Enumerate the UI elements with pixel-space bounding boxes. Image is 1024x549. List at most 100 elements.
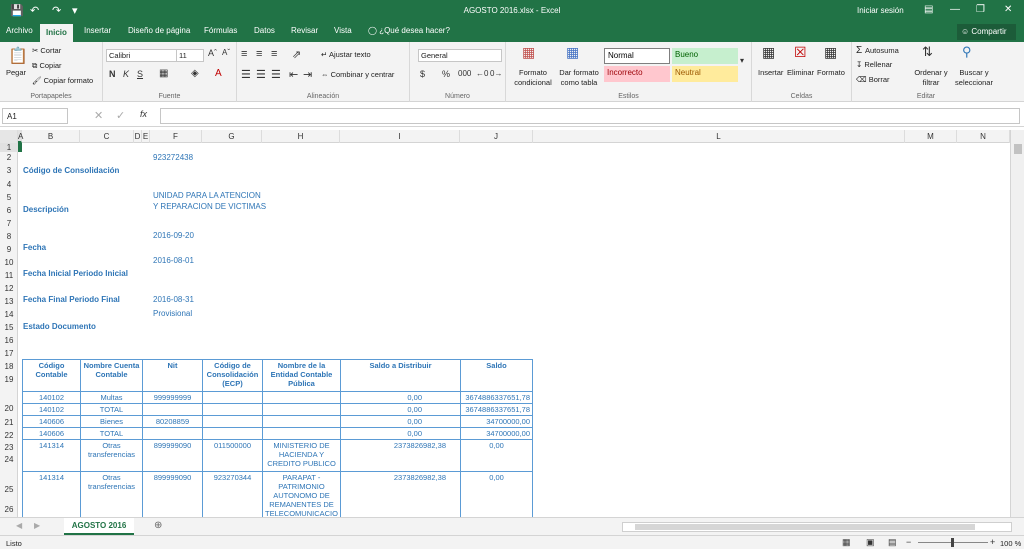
sheet-tab-agosto[interactable]: AGOSTO 2016 — [64, 518, 134, 535]
table-cell[interactable]: 899999090 — [142, 471, 203, 517]
cell-b15[interactable]: Fecha Final Periodo Final — [23, 295, 120, 304]
row-header[interactable]: 14 — [0, 310, 18, 319]
select-all-corner[interactable] — [0, 130, 18, 143]
row-header[interactable]: 15 — [0, 323, 18, 332]
enter-icon[interactable]: ✓ — [116, 109, 125, 122]
row-header[interactable]: 24 — [0, 455, 18, 464]
column-header[interactable]: D — [134, 130, 142, 143]
number-format-select[interactable]: General — [418, 49, 502, 62]
borders-icon[interactable]: ▦ — [159, 68, 168, 79]
cell-b3[interactable]: Código de Consolidación — [23, 166, 119, 175]
align-left-icon[interactable]: ☰ — [241, 68, 251, 81]
table-header[interactable]: Saldo a Distribuir — [340, 359, 461, 392]
table-cell[interactable]: 0,00 — [460, 471, 533, 517]
format-painter-button[interactable]: 🖌 Copiar formato — [32, 76, 93, 85]
column-header[interactable]: G — [202, 130, 262, 143]
zoom-in-icon[interactable]: + — [990, 537, 995, 547]
table-header[interactable]: Código Contable — [22, 359, 81, 392]
fill-button[interactable]: ↧ Rellenar — [856, 60, 892, 69]
cell-f6-line1[interactable]: UNIDAD PARA LA ATENCION — [153, 191, 261, 200]
font-name-select[interactable]: Calibri — [106, 49, 178, 62]
name-box[interactable]: A1 — [2, 108, 68, 124]
table-cell[interactable]: 2373826982,38 — [340, 471, 461, 517]
font-color-icon[interactable]: A — [215, 68, 222, 79]
row-header[interactable]: 8 — [0, 232, 18, 241]
wrap-text-button[interactable]: ↵ Ajustar texto — [321, 50, 371, 59]
row-header[interactable]: 6 — [0, 206, 18, 215]
underline-button[interactable]: S — [137, 69, 143, 79]
insert-function-icon[interactable]: fx — [140, 109, 147, 119]
row-header[interactable]: 19 — [0, 375, 18, 384]
row-header[interactable]: 23 — [0, 443, 18, 452]
decrease-indent-icon[interactable]: ⇤ — [289, 68, 298, 81]
conditional-format-button[interactable]: Formato condicional — [512, 68, 554, 88]
row-header[interactable]: 3 — [0, 166, 18, 175]
column-header[interactable]: N — [957, 130, 1010, 143]
row-header[interactable]: 12 — [0, 284, 18, 293]
tab-insertar[interactable]: Insertar — [84, 26, 111, 35]
zoom-slider-thumb[interactable] — [951, 538, 954, 547]
column-header[interactable]: L — [533, 130, 905, 143]
next-sheet-icon[interactable]: ▶ — [34, 521, 40, 530]
table-cell[interactable]: 0,00 — [460, 439, 533, 472]
copy-button[interactable]: ⧉ Copiar — [32, 61, 62, 71]
table-header[interactable]: Nit — [142, 359, 203, 392]
align-top-icon[interactable]: ≡ — [241, 48, 247, 60]
cancel-icon[interactable]: ✕ — [94, 109, 103, 122]
cell-f16[interactable]: Provisional — [153, 309, 192, 318]
shrink-font-icon[interactable]: Aˇ — [222, 48, 230, 57]
horizontal-scrollbar[interactable] — [622, 522, 1012, 532]
cell-b17[interactable]: Estado Documento — [23, 322, 96, 331]
tab-inicio[interactable]: Inicio — [40, 24, 73, 42]
row-header[interactable]: 20 — [0, 404, 18, 413]
column-header[interactable]: E — [142, 130, 150, 143]
table-header[interactable]: Saldo — [460, 359, 533, 392]
table-cell[interactable]: MINISTERIO DE HACIENDA Y CREDITO PUBLICO — [262, 439, 341, 472]
row-header[interactable]: 25 — [0, 485, 18, 494]
percent-icon[interactable]: % — [442, 69, 450, 79]
styles-more-icon[interactable]: ▾ — [740, 56, 744, 65]
row-header[interactable]: 16 — [0, 336, 18, 345]
zoom-out-icon[interactable]: − — [906, 537, 911, 547]
row-header[interactable]: 4 — [0, 180, 18, 189]
format-cells-button[interactable]: Formato — [817, 68, 845, 77]
row-header[interactable]: 10 — [0, 258, 18, 267]
minimize-icon[interactable]: — — [950, 4, 960, 15]
sign-in-link[interactable]: Iniciar sesión — [857, 6, 904, 15]
row-header[interactable]: 26 — [0, 505, 18, 514]
fill-color-icon[interactable]: ◈ — [191, 68, 199, 79]
cell-b7[interactable]: Descripción — [23, 205, 69, 214]
worksheet-grid[interactable]: 923272438 Código de Consolidación UNIDAD… — [18, 143, 1010, 517]
italic-button[interactable]: K — [123, 69, 129, 79]
style-bad[interactable]: Incorrecto — [604, 66, 670, 82]
table-header[interactable]: Código de Consolidación (ECP) — [202, 359, 263, 392]
delete-cells-button[interactable]: Eliminar — [787, 68, 814, 77]
currency-icon[interactable]: $ — [420, 69, 425, 79]
page-layout-icon[interactable]: ▣ — [866, 537, 875, 548]
active-cell-a1[interactable] — [18, 143, 22, 152]
scroll-thumb[interactable] — [1014, 144, 1022, 154]
tab-datos[interactable]: Datos — [254, 26, 275, 35]
tell-me-search[interactable]: ◯ ¿Qué desea hacer? — [368, 26, 450, 35]
table-cell[interactable]: 141314 — [22, 471, 81, 517]
cell-f15[interactable]: 2016-08-31 — [153, 295, 194, 304]
close-icon[interactable]: ✕ — [1004, 4, 1012, 15]
column-header[interactable]: F — [150, 130, 202, 143]
format-as-table-button[interactable]: Dar formato como tabla — [556, 68, 602, 88]
normal-view-icon[interactable]: ▦ — [842, 537, 851, 548]
paste-button[interactable]: Pegar — [6, 68, 26, 77]
scroll-thumb[interactable] — [635, 524, 975, 530]
row-header[interactable]: 2 — [0, 153, 18, 162]
decrease-decimal-icon[interactable]: 0→ — [490, 69, 502, 78]
tab-archivo[interactable]: Archivo — [6, 26, 33, 35]
align-center-icon[interactable]: ☰ — [256, 68, 266, 81]
table-cell[interactable]: 899999090 — [142, 439, 203, 472]
column-header[interactable]: H — [262, 130, 340, 143]
tab-diseno[interactable]: Diseño de página — [128, 26, 190, 35]
column-header[interactable]: I — [340, 130, 460, 143]
table-cell[interactable]: 011500000 — [202, 439, 263, 472]
add-sheet-icon[interactable]: ⊕ — [154, 520, 162, 531]
align-right-icon[interactable]: ☰ — [271, 68, 281, 81]
style-neutral[interactable]: Neutral — [672, 66, 738, 82]
ribbon-options-icon[interactable]: ▤ — [924, 4, 933, 15]
